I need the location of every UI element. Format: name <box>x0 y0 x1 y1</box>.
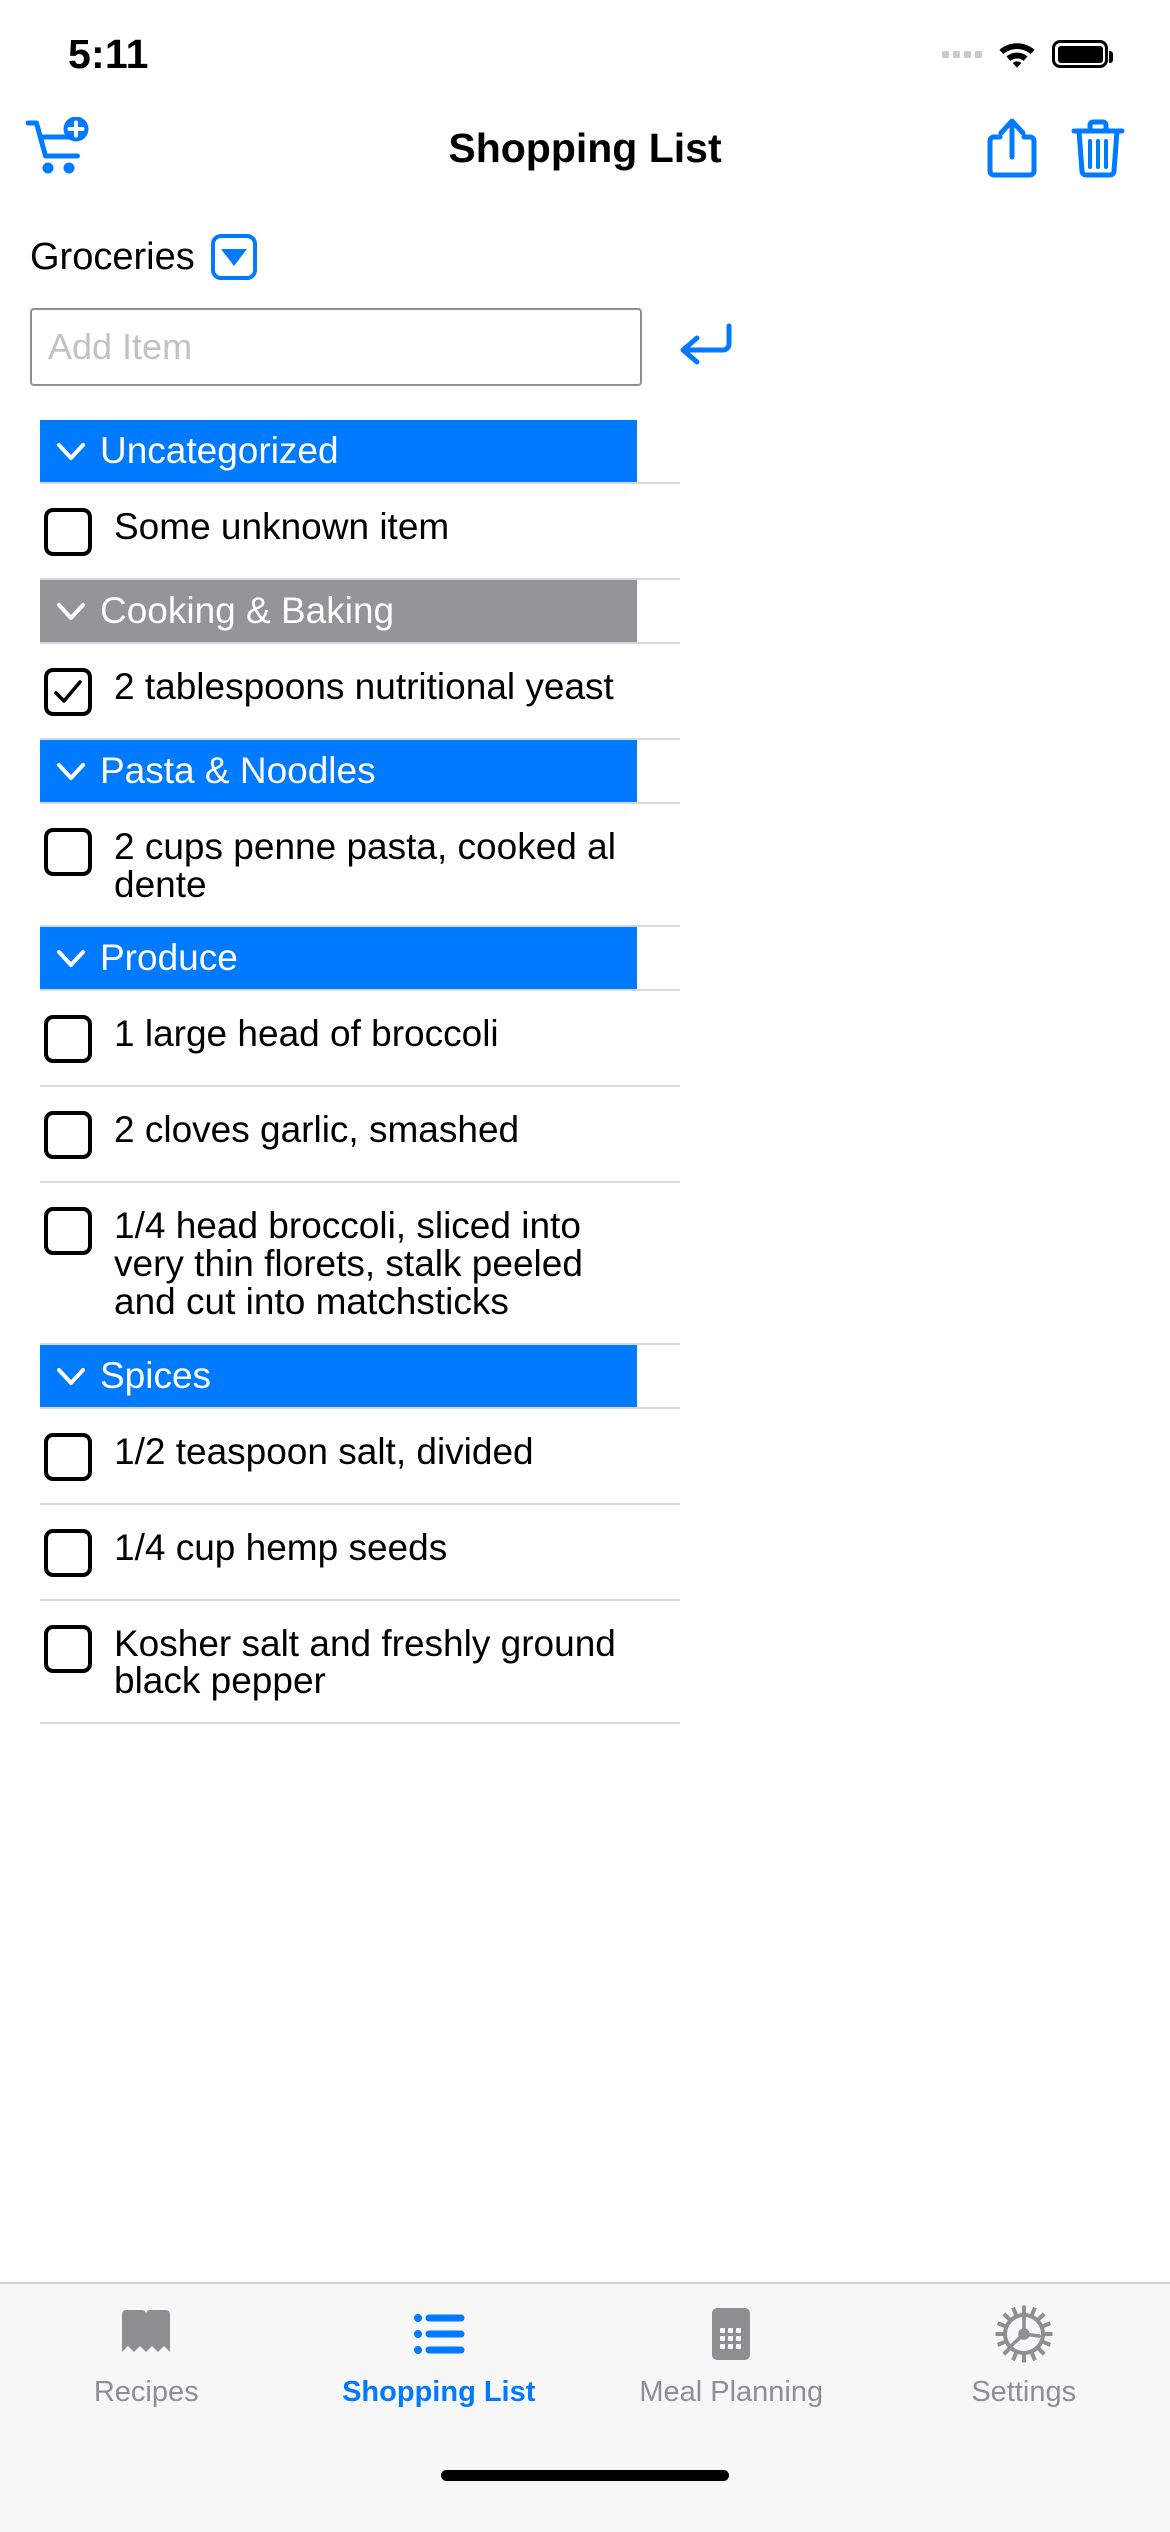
chevron-down-icon <box>50 937 92 979</box>
list-item-label: 1/4 cup hemp seeds <box>114 1526 448 1568</box>
list-item-label: 2 tablespoons nutritional yeast <box>114 666 614 707</box>
checkbox-unchecked[interactable] <box>44 1015 92 1064</box>
section-title: Cooking & Baking <box>100 590 395 631</box>
delete-list-button[interactable] <box>1070 117 1126 179</box>
checkbox-unchecked[interactable] <box>44 828 92 876</box>
chevron-down-icon <box>50 1355 92 1397</box>
section-header-spices[interactable]: Spices <box>40 1344 637 1407</box>
list-item[interactable]: Some unknown item <box>40 484 680 578</box>
list-item[interactable]: 2 cups penne pasta, cooked al dente <box>40 804 680 925</box>
current-list-name: Groceries <box>30 235 195 278</box>
section-title: Pasta & Noodles <box>100 750 376 791</box>
calendar-icon <box>701 2302 761 2366</box>
list-item-label: 1 large head of broccoli <box>114 1013 499 1055</box>
tab-recipes[interactable]: Recipes <box>0 2302 293 2409</box>
status-indicators <box>942 39 1113 69</box>
list-picker-button[interactable] <box>210 234 257 280</box>
nav-bar: Shopping List <box>0 98 1170 198</box>
section-title: Produce <box>100 937 238 979</box>
list-item[interactable]: 2 tablespoons nutritional yeast <box>40 644 680 738</box>
checkbox-unchecked[interactable] <box>44 508 92 556</box>
checkbox-unchecked[interactable] <box>44 1432 92 1481</box>
nav-left-group <box>26 117 98 179</box>
cart-plus-button[interactable] <box>26 117 98 179</box>
chevron-down-icon <box>50 590 92 632</box>
checkbox-unchecked[interactable] <box>44 1624 92 1673</box>
checkbox-unchecked[interactable] <box>44 1111 92 1160</box>
book-icon <box>116 2302 176 2366</box>
tab-shopping-list[interactable]: Shopping List <box>293 2302 586 2409</box>
list-item[interactable]: 1/2 teaspoon salt, divided <box>40 1409 680 1503</box>
tab-settings[interactable]: Settings <box>878 2302 1170 2409</box>
status-bar: 5:11 <box>0 0 1170 98</box>
section-title: Uncategorized <box>100 430 339 471</box>
signal-dots-icon <box>942 50 982 58</box>
section-header-uncategorized[interactable]: Uncategorized <box>40 420 637 482</box>
list-item[interactable]: 1/4 head broccoli, sliced into very thin… <box>40 1183 680 1342</box>
return-arrow-icon <box>675 320 735 375</box>
nav-right-group <box>986 117 1126 179</box>
checkbox-checked[interactable] <box>44 668 92 716</box>
chevron-down-icon <box>220 248 247 266</box>
wifi-icon <box>996 39 1038 69</box>
shopping-list-scroll[interactable]: Uncategorized Some unknown item Cooking & … <box>0 420 1170 2282</box>
home-indicator[interactable] <box>441 2470 729 2481</box>
list-item-label: 2 cups penne pasta, cooked al dente <box>114 826 616 905</box>
list-picker-row: Groceries <box>0 198 1170 280</box>
list-item[interactable]: 2 cloves garlic, smashed <box>40 1087 680 1181</box>
list-item-label: 1/4 head broccoli, sliced into very thin… <box>114 1205 583 1322</box>
section-header-cooking-baking[interactable]: Cooking & Baking <box>40 580 637 642</box>
section-header-pasta-noodles[interactable]: Pasta & Noodles <box>40 740 637 802</box>
add-item-row <box>0 280 1170 386</box>
share-button[interactable] <box>986 117 1038 179</box>
battery-full-icon <box>1052 40 1113 68</box>
app-screen: 5:11 Shopping List Groceries Add Item Un… <box>0 0 1170 2532</box>
checkbox-unchecked[interactable] <box>44 1207 92 1256</box>
list-item-label: 2 cloves garlic, smashed <box>114 1109 520 1151</box>
tab-bar: Recipes Shopping List Meal Planning Setting… <box>0 2282 1170 2464</box>
tab-label: Settings <box>971 2376 1077 2408</box>
add-item-input[interactable] <box>30 308 642 386</box>
tab-meal-planning[interactable]: Meal Planning <box>585 2302 878 2409</box>
status-time: 5:11 <box>68 30 149 77</box>
add-item-submit-button[interactable] <box>670 312 740 382</box>
tab-label: Shopping List <box>342 2376 536 2408</box>
tab-label: Meal Planning <box>639 2376 824 2408</box>
list-item[interactable]: Kosher salt and freshly ground black pep… <box>40 1601 680 1722</box>
list-item-label: 1/2 teaspoon salt, divided <box>114 1430 534 1472</box>
list-item[interactable]: 1/4 cup hemp seeds <box>40 1505 680 1599</box>
list-item-label: Kosher salt and freshly ground black pep… <box>114 1622 616 1702</box>
separator <box>40 1722 680 1725</box>
share-icon <box>986 117 1038 179</box>
list-icon <box>409 2302 469 2366</box>
section-title: Spices <box>100 1354 212 1396</box>
list-item[interactable]: 1 large head of broccoli <box>40 991 680 1085</box>
gear-icon <box>994 2302 1054 2366</box>
section-header-produce[interactable]: Produce <box>40 927 637 990</box>
tab-label: Recipes <box>93 2376 199 2408</box>
trash-icon <box>1070 117 1126 179</box>
cart-plus-icon <box>26 117 98 179</box>
chevron-down-icon <box>50 750 92 792</box>
checkbox-unchecked[interactable] <box>44 1528 92 1577</box>
chevron-down-icon <box>50 430 92 472</box>
home-indicator-area <box>0 2464 1170 2532</box>
list-item-label: Some unknown item <box>114 506 450 547</box>
